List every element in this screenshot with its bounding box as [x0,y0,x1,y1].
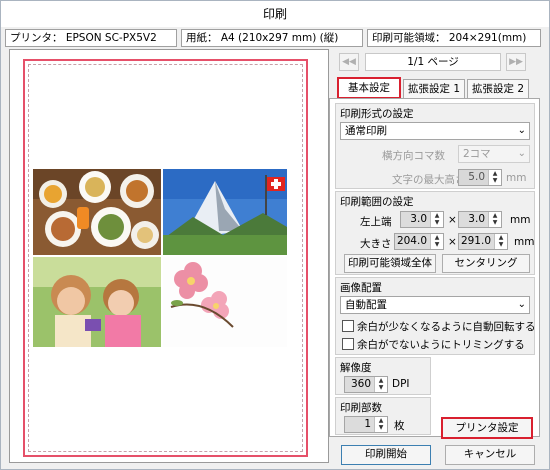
copies-group: 印刷部数 1 ▲ ▼ 枚 [335,397,431,435]
spin-down-icon[interactable]: ▼ [489,219,501,226]
chevron-down-icon: ⌄ [517,299,526,310]
resolution-group: 解像度 360 ▲ ▼ DPI [335,357,431,395]
size-width-value: 204.0 [395,234,430,249]
chevron-down-icon: ⌄ [517,148,526,159]
next-page-button[interactable]: ▶▶ [506,53,526,71]
resolution-title: 解像度 [340,362,372,374]
copies-value: 1 [345,417,374,432]
printable-area-info: 印刷可能領域： 204×291(mm) [367,29,541,47]
print-format-group: 印刷形式の設定 通常印刷 ⌄ 横方向コマ数 2コマ ⌄ 文字の最大高さ 5.0 … [335,103,535,189]
paper-info: 用紙： A4 (210x297 mm) (縦) [181,29,363,47]
times-sign: × [448,214,457,226]
centering-button[interactable]: センタリング [442,254,530,273]
spin-up-icon[interactable]: ▲ [431,234,443,241]
spin-down-icon[interactable]: ▼ [489,177,501,184]
resolution-value: 360 [345,377,374,392]
auto-rotate-checkbox[interactable] [342,320,354,332]
top-left-y-stepper[interactable]: 3.0 ▲ ▼ [458,211,502,228]
placement-mode-value: 自動配置 [345,299,387,311]
print-mode-value: 通常印刷 [345,125,387,137]
spin-up-icon[interactable]: ▲ [375,417,387,424]
printer-settings-button[interactable]: プリンタ設定 [441,417,533,439]
spin-down-icon[interactable]: ▼ [375,424,387,431]
placement-mode-select[interactable]: 自動配置 ⌄ [340,296,530,314]
spin-down-icon[interactable]: ▼ [495,241,507,248]
resolution-unit: DPI [392,378,410,390]
prev-page-button[interactable]: ◀◀ [339,53,359,71]
print-mode-select[interactable]: 通常印刷 ⌄ [340,122,530,140]
tab-basic-settings[interactable]: 基本設定 [337,77,401,99]
paper-preview [23,59,308,457]
print-dialog: 印刷 プリンタ： EPSON SC-PX5V2 用紙： A4 (210x297 … [0,0,550,470]
image-placement-group: 画像配置 自動配置 ⌄ 余白が少なくなるように自動回転する 余白がでないようにト… [335,277,536,355]
chevron-down-icon: ⌄ [517,125,526,136]
size-height-value: 291.0 [459,234,494,249]
times-sign: × [448,236,457,248]
spin-up-icon[interactable]: ▲ [375,377,387,384]
size-width-stepper[interactable]: 204.0 ▲ ▼ [394,233,444,250]
top-left-x-value: 3.0 [401,212,430,227]
trim-checkbox[interactable] [342,338,354,350]
size-height-stepper[interactable]: 291.0 ▲ ▼ [458,233,508,250]
spin-up-icon[interactable]: ▲ [495,234,507,241]
spin-up-icon[interactable]: ▲ [489,170,501,177]
frames-value: 2コマ [463,148,491,160]
copies-title: 印刷部数 [340,402,382,414]
copies-stepper[interactable]: 1 ▲ ▼ [344,416,388,433]
spin-up-icon[interactable]: ▲ [431,212,443,219]
trim-label: 余白がでないようにトリミングする [357,339,525,351]
print-range-group: 印刷範囲の設定 左上端 3.0 ▲ ▼ × 3.0 ▲ ▼ mm 大きさ 204.0… [335,191,535,275]
frames-label: 横方向コマ数 [382,150,445,162]
spin-down-icon[interactable]: ▼ [431,219,443,226]
max-text-height-label: 文字の最大高さ [392,174,466,186]
size-unit: mm [514,236,535,248]
print-format-title: 印刷形式の設定 [340,108,414,120]
printer-info: プリンタ： EPSON SC-PX5V2 [5,29,177,47]
photo-children [33,257,161,347]
cancel-button[interactable]: キャンセル [445,445,535,465]
frames-select[interactable]: 2コマ ⌄ [458,145,530,163]
max-text-height-unit: mm [506,172,527,184]
spin-down-icon[interactable]: ▼ [431,241,443,248]
top-left-y-value: 3.0 [459,212,488,227]
top-left-x-stepper[interactable]: 3.0 ▲ ▼ [400,211,444,228]
print-range-title: 印刷範囲の設定 [340,196,414,208]
photo-mountain [163,169,287,255]
full-printable-area-button[interactable]: 印刷可能領域全体 [344,254,436,273]
print-button[interactable]: 印刷開始 [341,445,431,465]
copies-unit: 枚 [394,420,405,432]
max-text-height-stepper[interactable]: 5.0 ▲ ▼ [458,169,502,186]
tab-advanced-1[interactable]: 拡張設定 1 [403,79,465,99]
resolution-stepper[interactable]: 360 ▲ ▼ [344,376,388,393]
placement-title: 画像配置 [340,282,382,294]
photo-food [33,169,161,255]
tab-panel: 印刷形式の設定 通常印刷 ⌄ 横方向コマ数 2コマ ⌄ 文字の最大高さ 5.0 … [329,98,540,439]
top-left-unit: mm [510,214,531,226]
spin-up-icon[interactable]: ▲ [489,212,501,219]
size-label: 大きさ [360,238,392,250]
page-indicator: 1/1 ページ [365,53,501,71]
max-text-height-value: 5.0 [459,170,488,185]
top-left-label: 左上端 [360,216,392,228]
spin-down-icon[interactable]: ▼ [375,384,387,391]
tab-advanced-2[interactable]: 拡張設定 2 [467,79,529,99]
auto-rotate-label: 余白が少なくなるように自動回転する [357,321,536,333]
window-title: 印刷 [1,1,549,27]
photo-flowers [163,257,287,347]
